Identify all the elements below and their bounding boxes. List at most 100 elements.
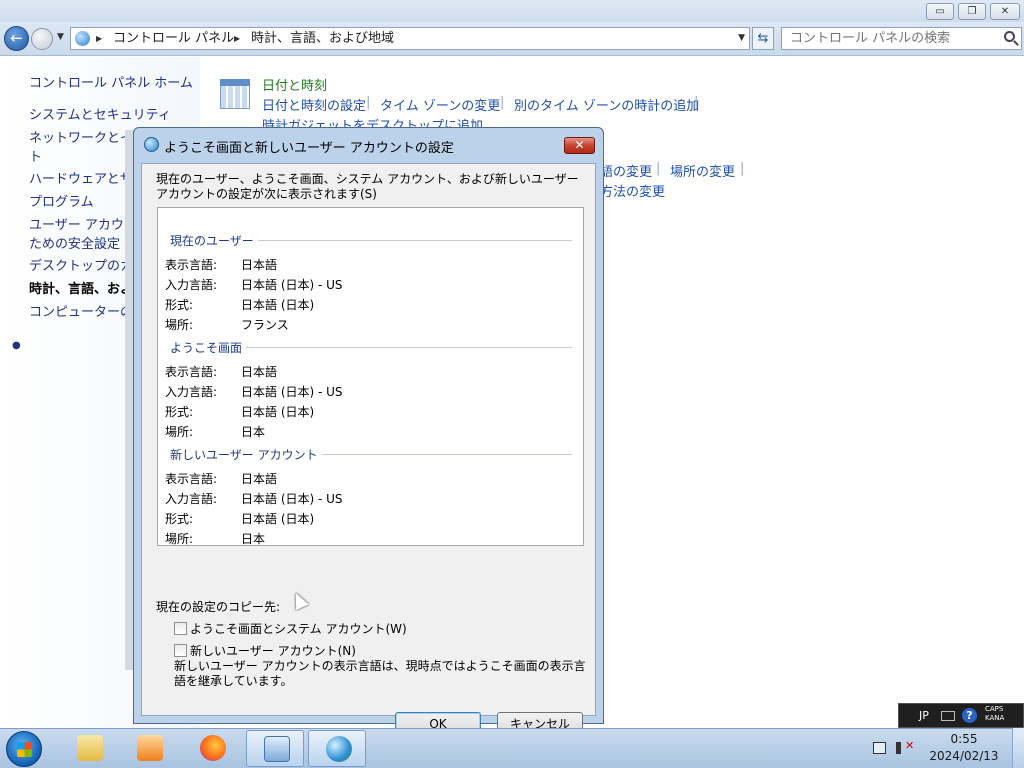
- forward-button[interactable]: [31, 28, 53, 50]
- new-user-checkbox-label[interactable]: 新しいユーザー アカウント(N): [190, 642, 356, 659]
- taskbar-region-language[interactable]: [308, 730, 366, 767]
- row-value: フランス: [241, 318, 289, 332]
- dialog-description: 現在のユーザー、ようこそ画面、システム アカウント、および新しいユーザー アカウ…: [156, 172, 579, 201]
- link-set-date-time[interactable]: 日付と時刻の設定: [262, 95, 366, 114]
- new-user-checkbox[interactable]: [174, 644, 187, 657]
- row-label: 形式:: [165, 405, 194, 419]
- link-separator: |: [500, 95, 505, 110]
- navigation-bar: ← ▼ ▶ コントロール パネル ▶ 時計、言語、および地域 ▼ ⇆: [0, 22, 1024, 56]
- row-label: 場所:: [165, 532, 194, 546]
- taskbar-firefox[interactable]: [183, 730, 241, 767]
- row-label: 表示言語:: [165, 472, 218, 486]
- clock-date: 2024/02/13: [929, 749, 999, 763]
- settings-summary-box[interactable]: 現在のユーザー 表示言語: 日本語 入力言語: 日本語 (日本) - US 形式…: [157, 207, 584, 546]
- row-value: 日本語 (日本): [241, 298, 315, 312]
- sidebar-item-clock-language-region[interactable]: 時計、言語、およ: [29, 278, 133, 297]
- dialog-titlebar[interactable]: ようこそ画面と新しいユーザー アカウントの設定 ✕: [134, 128, 603, 162]
- group-heading-new-user-account: 新しいユーザー アカウント: [170, 446, 322, 463]
- link-change-location[interactable]: 場所の変更: [670, 161, 735, 180]
- row-label: 表示言語:: [165, 258, 218, 272]
- sidebar-item-network-cont[interactable]: ト: [29, 146, 42, 165]
- network-icon[interactable]: [873, 742, 886, 754]
- sidebar-item-system-security[interactable]: システムとセキュリティ: [29, 104, 171, 123]
- sidebar-item-programs[interactable]: プログラム: [29, 191, 94, 210]
- row-label: 形式:: [165, 298, 194, 312]
- calendar-icon: [220, 79, 250, 109]
- language-bar[interactable]: JP ? CAPS KANA: [898, 703, 1024, 728]
- link-change-language[interactable]: 語の変更: [600, 161, 652, 180]
- link-add-clock[interactable]: 別のタイム ゾーンの時計の追加: [514, 95, 699, 114]
- welcome-screen-checkbox[interactable]: [174, 622, 187, 635]
- taskbar-explorer[interactable]: [60, 730, 118, 767]
- row-value: 日本語 (日本) - US: [241, 385, 343, 399]
- sidebar-item-appearance[interactable]: デスクトップのカ: [29, 255, 133, 274]
- sidebar-item-user-accounts[interactable]: ユーザー アカウン: [29, 214, 137, 233]
- link-separator: |: [366, 95, 371, 110]
- address-bar[interactable]: ▶ コントロール パネル ▶ 時計、言語、および地域 ▼: [70, 27, 750, 50]
- sidebar-item-ease-of-access[interactable]: コンピューターの: [29, 301, 133, 320]
- link-separator: |: [740, 161, 745, 176]
- media-player-icon: [137, 735, 163, 761]
- start-button[interactable]: [6, 731, 42, 767]
- taskbar-control-panel[interactable]: [246, 730, 304, 767]
- row-value: 日本語: [241, 472, 278, 486]
- back-button[interactable]: ←: [4, 26, 29, 51]
- sidebar-item-user-accounts-cont[interactable]: ための安全設定: [29, 233, 120, 252]
- copy-settings-heading: 現在の設定のコピー先:: [156, 600, 281, 614]
- search-box[interactable]: [781, 27, 1022, 50]
- folder-icon: [77, 735, 103, 761]
- dialog-title: ようこそ画面と新しいユーザー アカウントの設定: [164, 141, 454, 156]
- input-language-indicator[interactable]: JP: [919, 709, 929, 722]
- dialog-close-button[interactable]: ✕: [564, 137, 595, 154]
- help-icon[interactable]: ?: [962, 708, 977, 723]
- clock-time: 0:55: [950, 732, 978, 746]
- show-desktop-button[interactable]: [1012, 728, 1024, 768]
- current-item-bullet-icon: ●: [12, 340, 21, 351]
- taskbar: [0, 728, 1024, 768]
- recent-pages-dropdown[interactable]: ▼: [57, 32, 64, 42]
- row-value: 日本語 (日本): [241, 405, 315, 419]
- row-value: 日本語: [241, 258, 278, 272]
- control-panel-icon: [264, 736, 290, 762]
- row-value: 日本: [241, 425, 266, 439]
- row-value: 日本: [241, 532, 266, 546]
- caps-label: CAPS: [985, 705, 1004, 713]
- row-value: 日本語 (日本) - US: [241, 278, 343, 292]
- volume-muted-icon[interactable]: ✕: [896, 739, 914, 754]
- row-label: 入力言語:: [165, 278, 218, 292]
- breadcrumb-clock-language-region[interactable]: 時計、言語、および地域: [251, 28, 394, 49]
- keyboard-icon[interactable]: [941, 711, 955, 721]
- row-label: 場所:: [165, 318, 194, 332]
- row-value: 日本語 (日本) - US: [241, 492, 343, 506]
- breadcrumb-arrow-icon[interactable]: ▶: [234, 28, 240, 49]
- maximize-button[interactable]: ❐: [958, 3, 986, 20]
- close-window-button[interactable]: ✕: [990, 3, 1020, 20]
- sidebar-item-hardware[interactable]: ハードウェアとサ: [29, 168, 133, 187]
- globe-icon: [144, 137, 159, 152]
- address-dropdown-icon[interactable]: ▼: [738, 28, 745, 49]
- breadcrumb-arrow-icon[interactable]: ▶: [96, 28, 102, 49]
- inheritance-note: 新しいユーザー アカウントの表示言語は、現時点ではようこそ画面の表示言語を継承し…: [174, 659, 586, 688]
- welcome-screen-checkbox-label[interactable]: ようこそ画面とシステム アカウント(W): [190, 620, 407, 637]
- search-icon[interactable]: [1004, 31, 1015, 42]
- link-change-method[interactable]: 方法の変更: [600, 181, 665, 200]
- welcome-screen-settings-dialog: ようこそ画面と新しいユーザー アカウントの設定 ✕ 現在のユーザー、ようこそ画面…: [133, 127, 604, 737]
- refresh-button[interactable]: ⇆: [752, 27, 774, 50]
- caps-kana-indicator: CAPS KANA: [985, 705, 1004, 723]
- sidebar-item-network[interactable]: ネットワークとイ: [29, 127, 133, 146]
- window-titlebar: ▭ ❐ ✕: [0, 0, 1024, 22]
- link-change-time-zone[interactable]: タイム ゾーンの変更: [380, 95, 500, 114]
- minimize-button[interactable]: ▭: [926, 3, 954, 20]
- globe-clock-icon: [326, 736, 352, 762]
- section-title-date-time[interactable]: 日付と時刻: [262, 75, 327, 94]
- search-input[interactable]: [788, 28, 998, 49]
- row-value: 日本語: [241, 365, 278, 379]
- taskbar-media-player[interactable]: [120, 730, 178, 767]
- row-label: 場所:: [165, 425, 194, 439]
- group-heading-welcome-screen: ようこそ画面: [170, 339, 247, 356]
- breadcrumb-control-panel[interactable]: コントロール パネル: [113, 28, 234, 49]
- kana-label: KANA: [985, 714, 1005, 722]
- system-clock[interactable]: 0:55 2024/02/13: [924, 731, 1004, 765]
- control-panel-home-link[interactable]: コントロール パネル ホーム: [29, 72, 193, 91]
- link-separator: |: [656, 161, 661, 176]
